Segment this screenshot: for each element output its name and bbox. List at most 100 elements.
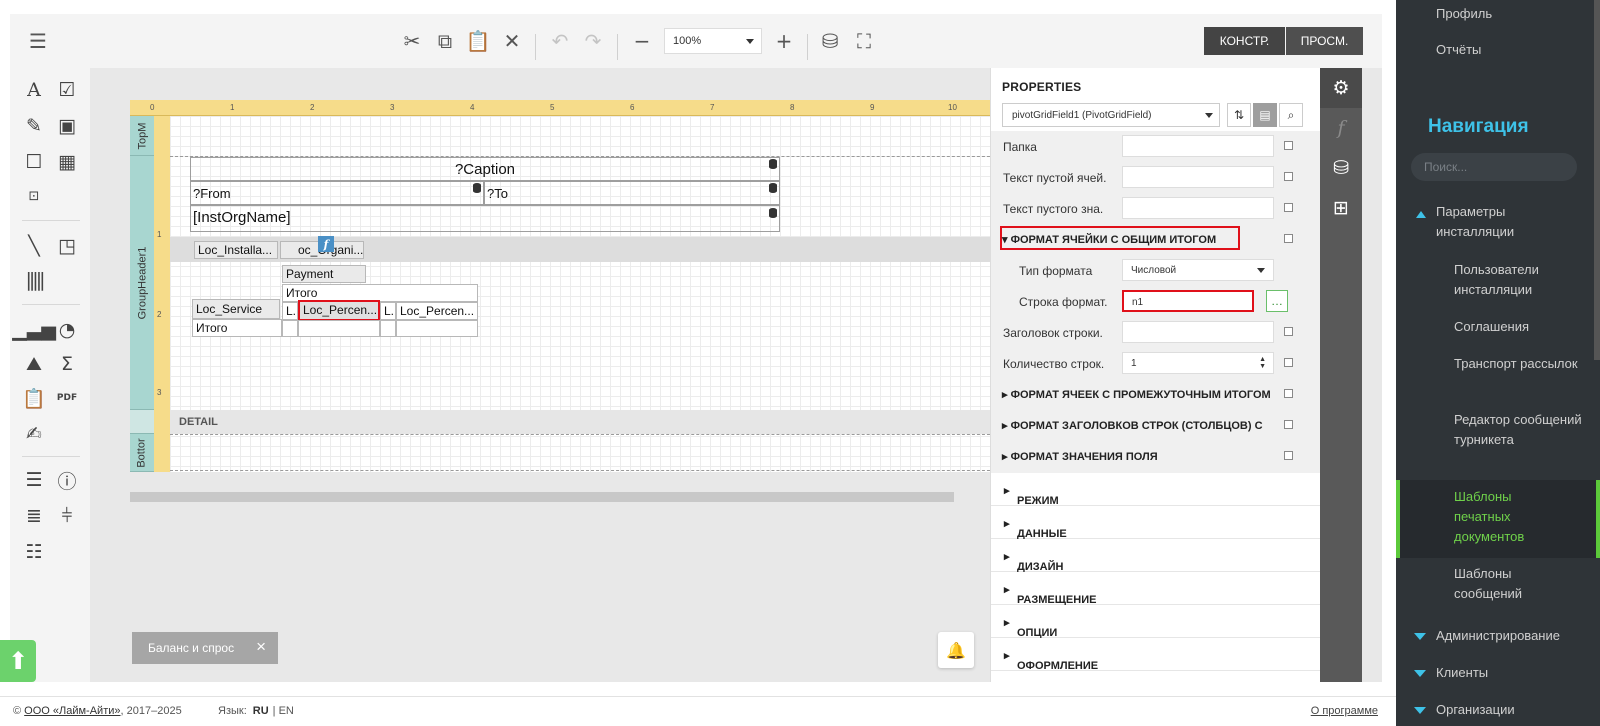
label-icon[interactable]: ⊡ <box>20 182 48 210</box>
property-checkbox[interactable] <box>1284 327 1293 336</box>
nav-link-reports[interactable]: Отчёты <box>1436 42 1481 57</box>
horizontal-scrollbar[interactable] <box>130 492 954 502</box>
chart-icon[interactable]: ▁▃▅ <box>12 316 56 344</box>
nav-item-install-params[interactable]: Параметры инсталляции <box>1436 202 1556 242</box>
pivot-empty-cell[interactable] <box>396 320 478 337</box>
bell-icon[interactable]: 🔔 <box>938 632 974 668</box>
signature-icon[interactable]: ✍ <box>20 420 48 448</box>
group-intermediate-total-format[interactable]: ▸ ФОРМАТ ЯЧЕЕК С ПРОМЕЖУТОЧНЫМ ИТОГОМ <box>991 379 1320 410</box>
pivot-data-cell[interactable]: L.. <box>380 302 396 320</box>
report-explorer-icon[interactable]: ⊞ <box>1320 188 1362 228</box>
toc-icon[interactable]: ☰ <box>20 466 48 494</box>
checkbox-icon[interactable]: ☑ <box>53 76 81 104</box>
summary-icon[interactable]: Σ <box>53 350 81 378</box>
line-icon[interactable]: ╲ <box>20 232 48 260</box>
pivot-empty-cell[interactable] <box>282 320 298 337</box>
redo-icon[interactable]: ↷ <box>581 29 605 53</box>
from-field[interactable]: ?From <box>190 181 484 205</box>
section-data[interactable]: ▸ ДАННЫЕ <box>991 506 1320 540</box>
table-icon[interactable]: ▦ <box>53 148 81 176</box>
expand-icon[interactable] <box>1414 633 1426 640</box>
nav-item-clients[interactable]: Клиенты <box>1436 663 1488 683</box>
group-row-column-headers-format[interactable]: ▸ ФОРМАТ ЗАГОЛОВКОВ СТРОК (СТОЛБЦОВ) С <box>991 410 1320 441</box>
database-icon[interactable]: ⛁ <box>1320 148 1362 188</box>
collapse-icon[interactable] <box>1416 211 1426 218</box>
subreport-icon[interactable]: ☷ <box>20 538 48 566</box>
text-icon[interactable]: A <box>20 76 48 104</box>
nav-scrollbar[interactable] <box>1594 0 1600 360</box>
nav-item-administration[interactable]: Администрирование <box>1436 626 1560 646</box>
nav-item-mail-transport[interactable]: Транспорт рассылок <box>1454 354 1594 374</box>
property-checkbox[interactable] <box>1284 451 1293 460</box>
cross-band-icon[interactable]: ⫩ <box>53 502 81 530</box>
clipboard-icon[interactable]: 📋 <box>20 384 48 412</box>
validate-icon[interactable]: ⛁ <box>818 29 842 53</box>
design-mode-button[interactable]: КОНСТР. <box>1204 27 1285 55</box>
pivot-empty-cell[interactable] <box>298 320 380 337</box>
nav-link-profile[interactable]: Профиль <box>1436 6 1492 21</box>
pivot-filter-installation[interactable]: Loc_Installa... <box>194 241 278 259</box>
panel-icon[interactable]: ☐ <box>20 148 48 176</box>
pivot-column-header-payment[interactable]: Payment <box>282 265 366 283</box>
zoom-select[interactable]: 100% <box>664 28 762 54</box>
property-checkbox[interactable] <box>1284 203 1293 212</box>
nav-item-install-users[interactable]: Пользователи инсталляции <box>1454 260 1594 300</box>
row-header-input[interactable] <box>1122 321 1274 343</box>
report-name-chip[interactable]: Баланс и спрос × <box>132 632 278 664</box>
gear-icon[interactable]: ⚙ <box>1320 68 1362 108</box>
folder-input[interactable] <box>1122 135 1274 157</box>
property-checkbox[interactable] <box>1284 358 1293 367</box>
nav-item-message-templates[interactable]: Шаблоны сообщений <box>1454 564 1564 604</box>
caption-field[interactable]: ?Caption <box>190 157 780 181</box>
format-type-select[interactable]: Числовой <box>1122 259 1274 281</box>
pivot-row-total[interactable]: Итого <box>192 319 282 337</box>
report-page[interactable]: ?Caption ?From ?To [InstOrgName] Loc_Ins… <box>170 116 1010 472</box>
pivot-data-loc-percent-selected[interactable]: Loc_Percen... <box>298 300 380 321</box>
band-top-margin[interactable]: TopM <box>130 116 154 156</box>
object-selector[interactable]: pivotGridField1 (PivotGridField) <box>1002 103 1220 127</box>
pdf-icon[interactable]: PDF <box>53 384 81 412</box>
pivot-empty-cell[interactable] <box>380 320 396 337</box>
hamburger-menu-icon[interactable]: ☰ <box>26 29 50 53</box>
section-mode[interactable]: ▸ РЕЖИМ <box>991 473 1320 507</box>
sparkline-icon[interactable]: ⛰ <box>20 350 48 378</box>
property-checkbox[interactable] <box>1284 389 1293 398</box>
barcode-icon[interactable]: ||||| <box>20 266 48 294</box>
function-icon[interactable]: f <box>1320 108 1362 148</box>
lang-en-link[interactable]: EN <box>279 705 294 717</box>
undo-icon[interactable]: ↶ <box>548 29 572 53</box>
pivot-data-cell[interactable]: L.. <box>282 302 298 320</box>
zoom-out-icon[interactable]: − <box>630 29 654 53</box>
search-icon[interactable]: ⌕ <box>1279 103 1303 127</box>
nav-item-organizations[interactable]: Организации <box>1436 700 1515 720</box>
group-field-value-format[interactable]: ▸ ФОРМАТ ЗНАЧЕНИЯ ПОЛЯ <box>991 441 1320 472</box>
sort-az-icon[interactable]: ⇅ <box>1227 103 1251 127</box>
empty-cell-text-input[interactable] <box>1122 166 1274 188</box>
group-grand-total-format[interactable]: ▾ ФОРМАТ ЯЧЕЙКИ С ОБЩИМ ИТОГОМ <box>991 224 1320 255</box>
nav-item-turnstile-editor[interactable]: Редактор сообщений турникета <box>1454 410 1594 450</box>
section-options[interactable]: ▸ ОПЦИИ <box>991 605 1320 639</box>
page-break-icon[interactable]: ≣ <box>20 502 48 530</box>
picture-icon[interactable]: ▣ <box>53 112 81 140</box>
property-checkbox[interactable] <box>1284 420 1293 429</box>
property-checkbox[interactable] <box>1284 172 1293 181</box>
spinner-icon[interactable]: ▲ ▼ <box>1259 356 1266 370</box>
expand-icon[interactable] <box>1414 707 1426 714</box>
inst-org-name-field[interactable]: [InstOrgName] <box>190 205 780 232</box>
fullscreen-icon[interactable]: ⛶ <box>852 29 876 53</box>
scroll-up-icon[interactable]: ⬆ <box>0 640 36 682</box>
property-checkbox[interactable] <box>1284 141 1293 150</box>
close-icon[interactable]: × <box>256 637 266 657</box>
nav-item-print-templates[interactable]: Шаблоны печатных документов <box>1454 487 1564 547</box>
nav-item-agreements[interactable]: Соглашения <box>1454 317 1594 337</box>
format-string-input[interactable]: n1 <box>1122 290 1254 312</box>
section-appearance[interactable]: ▸ ОФОРМЛЕНИЕ <box>991 638 1320 672</box>
gauge-icon[interactable]: ◔ <box>53 316 81 344</box>
about-link[interactable]: О программе <box>1311 705 1378 717</box>
paste-icon[interactable]: 📋 <box>466 29 491 53</box>
expand-icon[interactable] <box>1414 670 1426 677</box>
info-icon[interactable]: ⓘ <box>53 466 81 494</box>
pivot-data-loc-percent[interactable]: Loc_Percen... <box>396 302 478 320</box>
shape-icon[interactable]: ◳ <box>53 232 81 260</box>
band-group-header[interactable]: GroupHeader1 <box>130 156 154 410</box>
